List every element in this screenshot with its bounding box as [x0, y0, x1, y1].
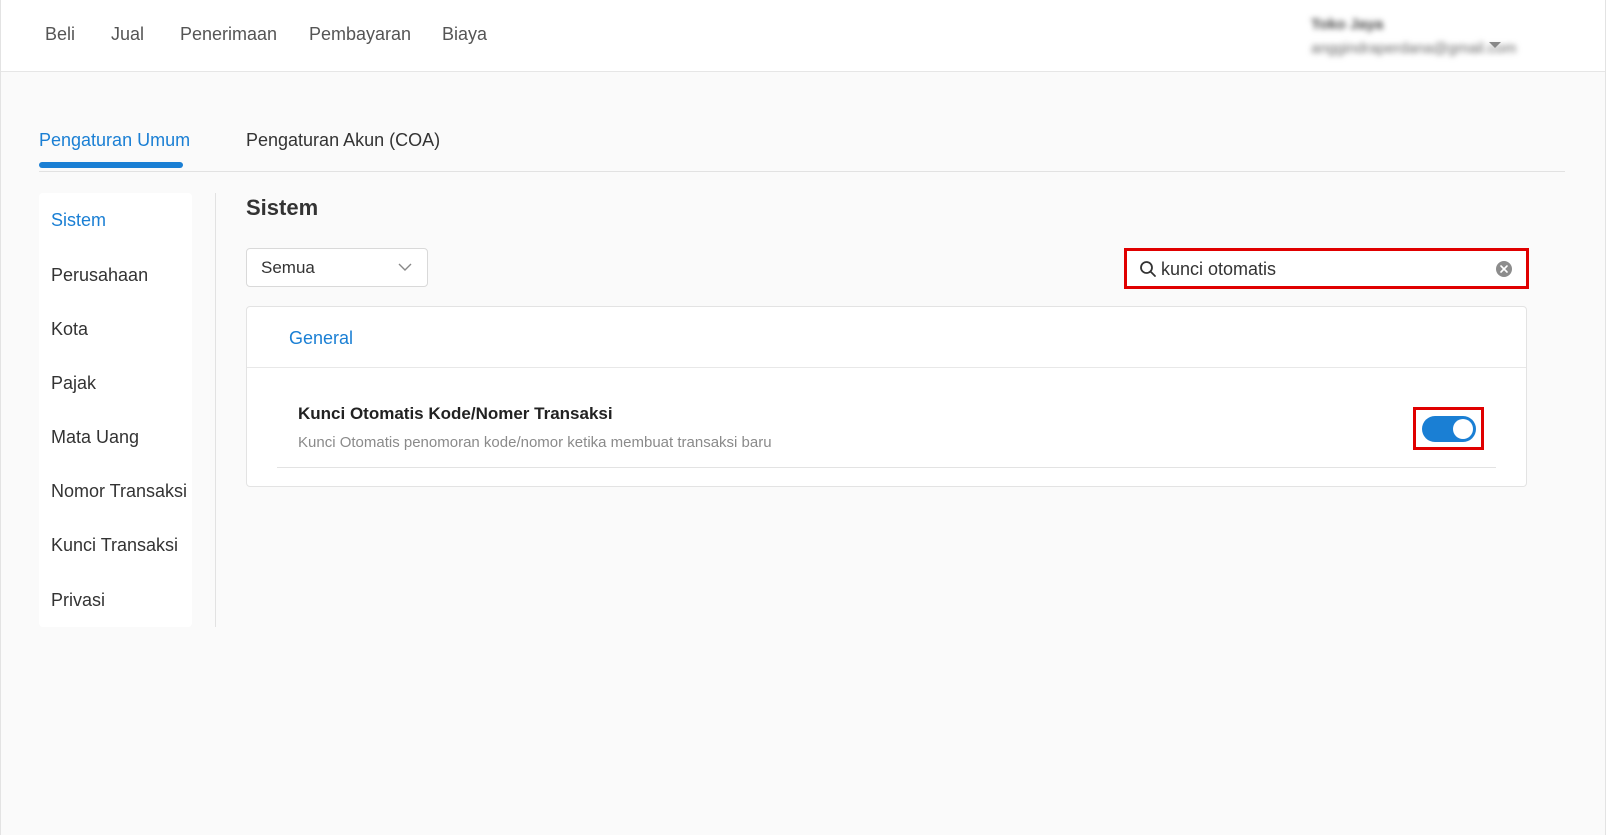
sidebar-item-mata-uang[interactable]: Mata Uang: [51, 427, 139, 448]
active-tab-indicator: [39, 162, 183, 168]
settings-card: General Kunci Otomatis Kode/Nomer Transa…: [246, 306, 1527, 487]
nav-item-jual[interactable]: Jual: [111, 24, 144, 45]
nav-item-biaya[interactable]: Biaya: [442, 24, 487, 45]
sidebar-item-kunci-transaksi[interactable]: Kunci Transaksi: [51, 535, 178, 556]
sidebar-item-pajak[interactable]: Pajak: [51, 373, 96, 394]
sidebar-item-privasi[interactable]: Privasi: [51, 590, 105, 611]
card-header-label: General: [289, 328, 354, 348]
sidebar-item-nomor-transaksi[interactable]: Nomor Transaksi: [51, 481, 187, 502]
user-name: Toko Jaya: [1311, 16, 1384, 33]
sidebar-item-kota[interactable]: Kota: [51, 319, 88, 340]
settings-tabs: Pengaturan Umum Pengaturan Akun (COA): [39, 112, 1565, 172]
tab-pengaturan-akun-coa[interactable]: Pengaturan Akun (COA): [246, 130, 440, 151]
search-icon: [1140, 261, 1156, 277]
sidebar-item-sistem[interactable]: Sistem: [51, 210, 106, 231]
sidebar-divider: [215, 193, 216, 627]
tab-label: Pengaturan Umum: [39, 130, 191, 150]
search-input[interactable]: [1161, 256, 1481, 282]
tab-pengaturan-umum[interactable]: Pengaturan Umum: [39, 130, 191, 168]
category-filter-select[interactable]: Semua: [246, 248, 428, 287]
toggle-knob: [1453, 419, 1473, 439]
setting-description: Kunci Otomatis penomoran kode/nomor keti…: [298, 434, 772, 451]
user-menu[interactable]: Toko Jaya anggindraperdana@gmail.com: [1281, 12, 1531, 60]
setting-title: Kunci Otomatis Kode/Nomer Transaksi: [298, 404, 613, 423]
app-frame: Beli Jual Penerimaan Pembayaran Biaya To…: [0, 0, 1606, 835]
nav-item-pembayaran[interactable]: Pembayaran: [309, 24, 411, 45]
user-email: anggindraperdana@gmail.com: [1311, 40, 1517, 57]
top-navigation: Beli Jual Penerimaan Pembayaran Biaya To…: [1, 0, 1605, 72]
nav-item-beli[interactable]: Beli: [45, 24, 75, 45]
nav-item-penerimaan[interactable]: Penerimaan: [180, 24, 277, 45]
search-box: [1124, 248, 1529, 289]
sidebar-item-perusahaan[interactable]: Perusahaan: [51, 265, 148, 286]
filter-selected-value: Semua: [261, 258, 315, 277]
toggle-highlight: [1413, 407, 1484, 450]
settings-sidebar: Sistem Perusahaan Kota Pajak Mata Uang N…: [39, 193, 192, 627]
page-title: Sistem: [246, 195, 319, 220]
setting-divider: [277, 467, 1496, 468]
caret-down-icon[interactable]: [1489, 42, 1501, 48]
clear-search-icon[interactable]: [1495, 260, 1513, 278]
auto-lock-toggle[interactable]: [1422, 416, 1476, 442]
tab-label: Pengaturan Akun (COA): [246, 130, 441, 150]
card-header: General: [247, 307, 1526, 368]
chevron-down-icon: [398, 263, 412, 271]
